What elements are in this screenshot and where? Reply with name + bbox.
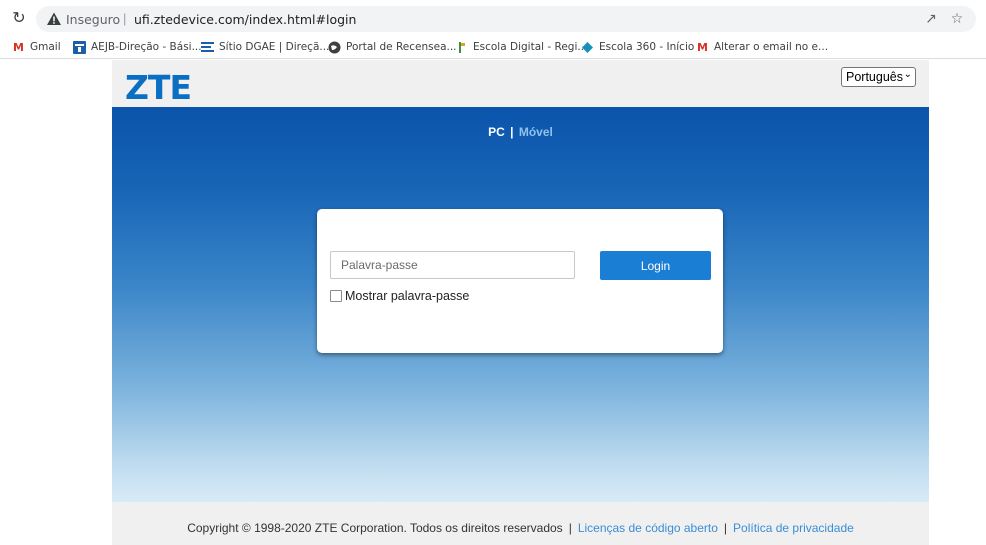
login-card: Login Mostrar palavra-passe — [317, 209, 723, 353]
login-button[interactable]: Login — [600, 251, 711, 280]
show-password-label[interactable]: Mostrar palavra-passe — [345, 289, 469, 303]
doc-icon — [201, 41, 214, 54]
zte-logo: ZTE — [125, 68, 192, 107]
bookmark-label: Alterar o email no e... — [714, 41, 829, 53]
diamond-icon — [581, 41, 594, 54]
url-text[interactable]: ufi.ztedevice.com/index.html#login — [134, 12, 356, 27]
gmail-icon: M — [697, 40, 708, 54]
bookmark-aejb[interactable]: AEJB-Direção - Bási... — [73, 39, 202, 55]
page-header: ZTE Português ⌄ — [112, 60, 929, 107]
bookmark-gmail[interactable]: M Gmail — [12, 39, 61, 55]
browser-address-row: ↻ Inseguro | ufi.ztedevice.com/index.htm… — [0, 0, 986, 36]
globe-icon — [328, 41, 341, 54]
chevron-down-icon: ⌄ — [903, 69, 912, 80]
gmail-icon: M — [13, 40, 24, 54]
address-separator: | — [123, 11, 127, 26]
star-icon[interactable]: ☆ — [948, 10, 966, 28]
bookmark-escola-360[interactable]: Escola 360 - Início — [581, 39, 694, 55]
share-icon[interactable]: ↗ — [922, 10, 940, 28]
language-select[interactable]: Português ⌄ — [841, 67, 916, 87]
language-value: Português — [846, 70, 903, 84]
bookmark-alterar-email[interactable]: M Alterar o email no e... — [696, 39, 828, 55]
bookmarks-bar: M Gmail AEJB-Direção - Bási... Sítio DGA… — [0, 36, 986, 59]
footer-divider: | — [723, 521, 728, 535]
page-footer: Copyright © 1998-2020 ZTE Corporation. T… — [112, 502, 929, 545]
insecure-label[interactable]: Inseguro — [66, 12, 120, 27]
reload-icon[interactable]: ↻ — [10, 9, 28, 27]
bookmark-label: Portal de Recensea... — [346, 41, 457, 53]
bookmark-portal[interactable]: Portal de Recensea... — [328, 39, 457, 55]
mode-pc-link[interactable]: PC — [488, 125, 505, 139]
show-password-toggle[interactable]: Mostrar palavra-passe — [330, 289, 469, 303]
bookmark-label: Escola Digital - Regi... — [473, 41, 588, 53]
warning-icon[interactable] — [46, 11, 62, 27]
open-source-link[interactable]: Licenças de código aberto — [578, 521, 718, 535]
show-password-checkbox[interactable] — [330, 290, 342, 302]
mode-separator: | — [510, 125, 514, 139]
bookmark-label: Gmail — [30, 41, 61, 53]
mode-mobile-link[interactable]: Móvel — [519, 125, 553, 139]
bookmark-label: Sítio DGAE | Direçã... — [219, 41, 330, 53]
site-icon — [73, 40, 86, 54]
bookmark-dgae[interactable]: Sítio DGAE | Direçã... — [201, 39, 329, 55]
password-input[interactable] — [330, 251, 575, 279]
footer-divider: | — [568, 521, 572, 535]
footer-line: Copyright © 1998-2020 ZTE Corporation. T… — [112, 521, 929, 535]
login-hero: PC | Móvel Login Mostrar palavra-passe — [112, 107, 929, 502]
bookmark-label: AEJB-Direção - Bási... — [91, 41, 202, 53]
flag-icon — [455, 41, 468, 54]
copyright-text: Copyright © 1998-2020 ZTE Corporation. T… — [187, 521, 563, 535]
privacy-link[interactable]: Política de privacidade — [733, 521, 854, 535]
bookmark-escola-digital[interactable]: Escola Digital - Regi... — [455, 39, 587, 55]
address-bar[interactable]: Inseguro | ufi.ztedevice.com/index.html#… — [36, 6, 976, 32]
mode-switch: PC | Móvel — [112, 125, 929, 139]
bookmark-label: Escola 360 - Início — [599, 41, 695, 53]
